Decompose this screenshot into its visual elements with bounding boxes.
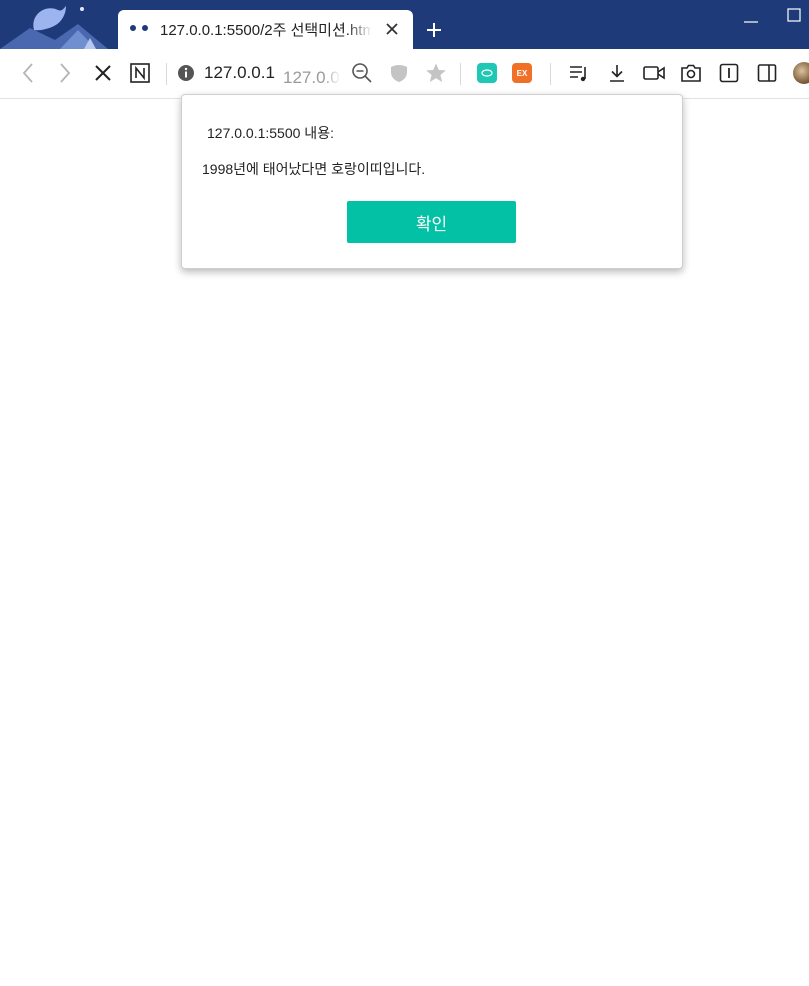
bookmark-star-icon[interactable] [424,61,448,85]
dialog-origin: 127.0.0.1:5500 내용: [207,125,334,141]
maximize-icon[interactable] [787,8,801,22]
tab-strip: 127.0.0.1:5500/2주 선택미션.html [0,0,809,49]
avatar[interactable] [793,62,809,84]
naver-n-icon[interactable] [128,61,152,85]
active-tab[interactable]: 127.0.0.1:5500/2주 선택미션.html [118,10,413,49]
forward-arrow-icon[interactable] [53,61,77,85]
ex-extension-icon[interactable]: EX [510,61,534,85]
dialog-message: 1998년에 태어났다면 호랑이띠입니다. [202,161,426,177]
close-icon[interactable] [384,21,400,37]
tab-title: 127.0.0.1:5500/2주 선택미션.html [160,22,372,39]
video-icon[interactable] [642,61,666,85]
download-icon[interactable] [605,61,629,85]
alert-dialog: 127.0.0.1:5500 내용: 1998년에 태어났다면 호랑이띠입니다.… [181,94,683,269]
green-extension-icon[interactable] [475,61,499,85]
plus-icon[interactable] [424,20,444,40]
zoom-out-icon[interactable] [350,61,374,85]
address-bar-host[interactable]: 127.0.0.1 [204,63,275,83]
playlist-icon[interactable] [567,61,591,85]
toolbar-divider [550,63,551,85]
whale-logo-icon [0,6,108,49]
ok-button[interactable]: 확인 [347,201,516,243]
stop-icon[interactable] [91,61,115,85]
shield-icon[interactable] [387,61,411,85]
loading-dots-icon [130,25,148,31]
address-bar-path[interactable]: 127.0.0.1:5500/2주 [283,63,341,88]
toolbar-divider [460,63,461,85]
back-arrow-icon[interactable] [16,61,40,85]
info-icon[interactable] [174,61,198,85]
toolbar-divider [166,63,167,85]
reader-icon[interactable] [717,61,741,85]
minimize-icon[interactable] [743,12,759,24]
camera-icon[interactable] [679,61,703,85]
sidebar-icon[interactable] [755,61,779,85]
browser-toolbar: 127.0.0.1 127.0.0.1:5500/2주 EX [0,49,809,99]
